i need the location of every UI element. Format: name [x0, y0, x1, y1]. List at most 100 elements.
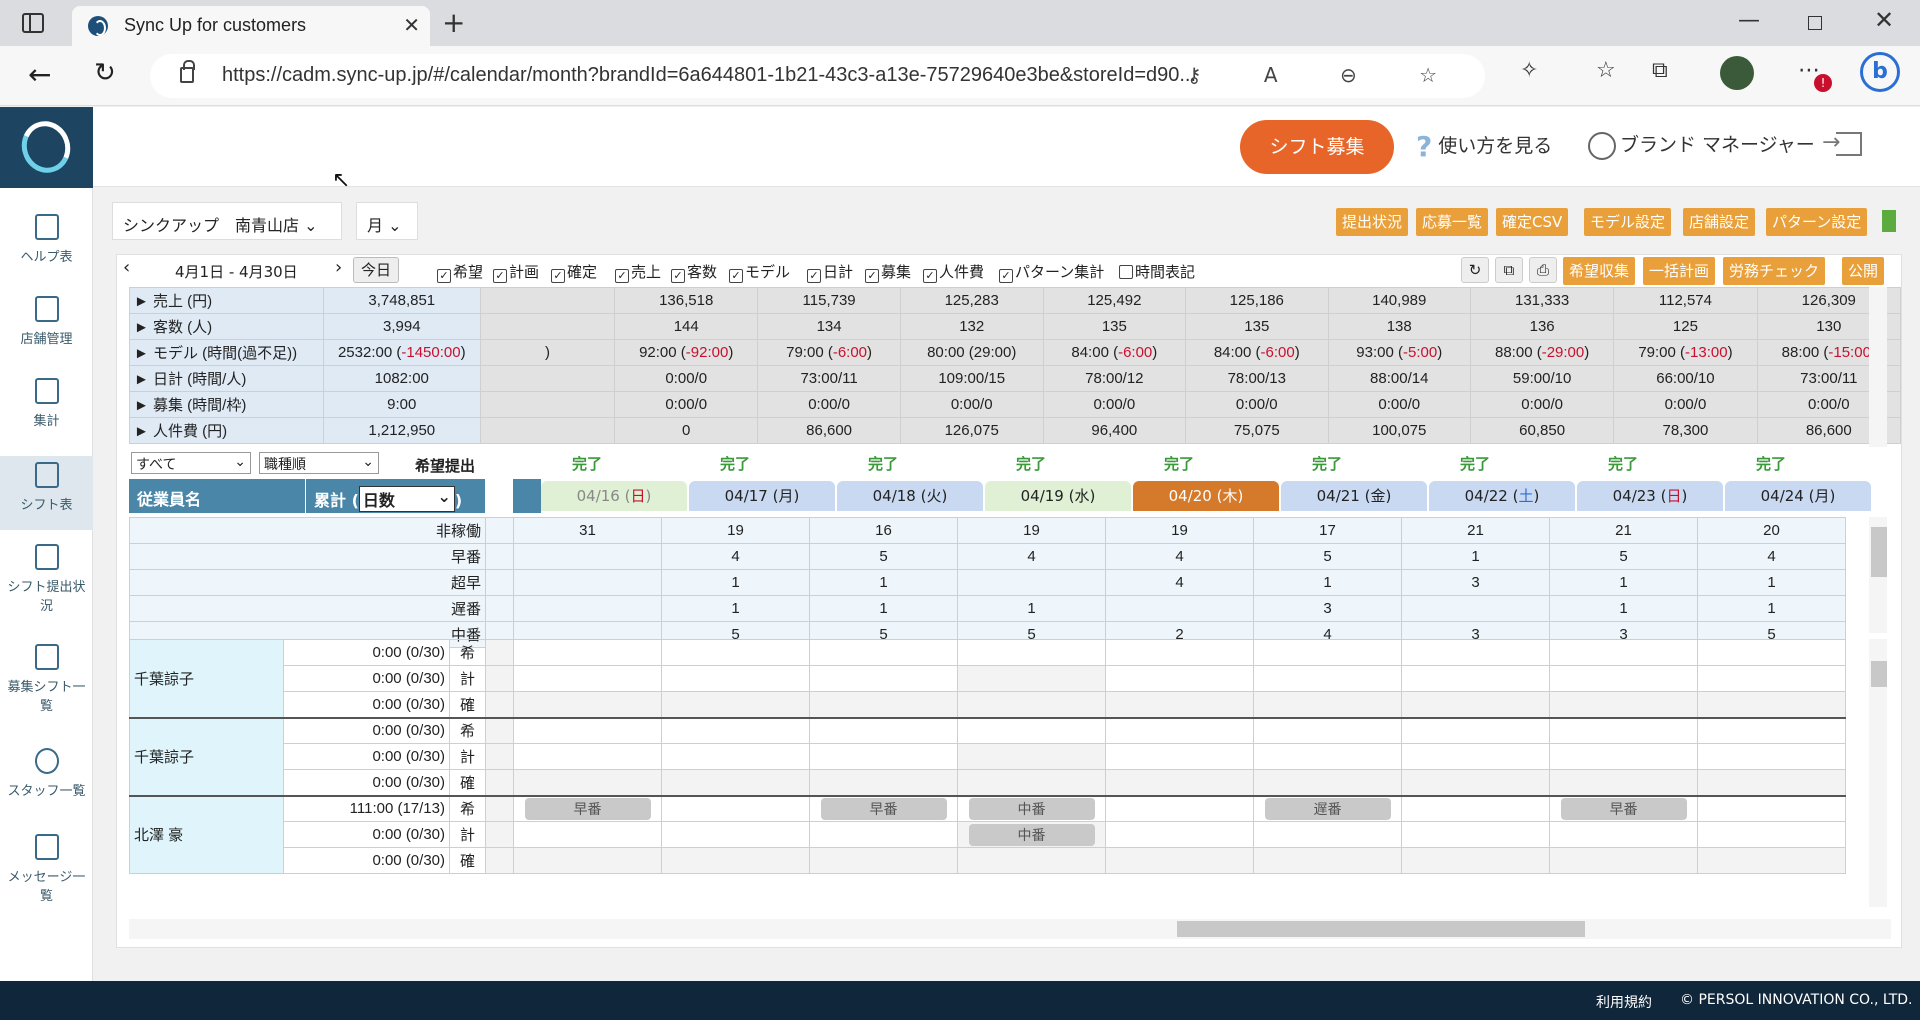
shift-cell[interactable]: [1105, 639, 1254, 666]
shift-cell[interactable]: [1549, 743, 1698, 770]
employee-name[interactable]: 北澤 豪: [129, 794, 284, 874]
shift-cell[interactable]: [1697, 821, 1846, 848]
shift-cell[interactable]: [1105, 716, 1254, 744]
shift-cell[interactable]: [1401, 769, 1550, 796]
count-cell[interactable]: [513, 543, 662, 570]
labor-check-button[interactable]: 労務チェック: [1723, 257, 1826, 285]
print-icon[interactable]: ⎙: [1529, 257, 1557, 283]
count-cell[interactable]: 21: [1401, 517, 1550, 544]
checkbox-icon[interactable]: ✓: [671, 269, 685, 283]
employee-name[interactable]: 千葉諒子: [129, 639, 284, 718]
shift-cell[interactable]: [661, 716, 810, 744]
shift-cell[interactable]: [1697, 691, 1846, 718]
scroll-thumb[interactable]: [1871, 661, 1887, 687]
shift-cell[interactable]: [1253, 639, 1402, 666]
count-cell[interactable]: 1: [661, 569, 810, 596]
shift-cell[interactable]: 早番: [1549, 794, 1698, 822]
shift-cell[interactable]: [1253, 847, 1402, 874]
horizontal-scrollbar[interactable]: [129, 919, 1891, 939]
toggle-hope[interactable]: ✓ 希望: [437, 261, 483, 283]
shift-cell[interactable]: [1549, 821, 1698, 848]
checkbox-icon[interactable]: ✓: [493, 269, 507, 283]
count-cell[interactable]: 21: [1549, 517, 1698, 544]
shift-cell[interactable]: [661, 639, 810, 666]
count-cell[interactable]: 19: [957, 517, 1106, 544]
toggle-daily[interactable]: ✓ 日計: [807, 261, 853, 283]
maximize-icon[interactable]: [1808, 16, 1822, 30]
pattern-settings-button[interactable]: パターン設定: [1766, 208, 1868, 236]
count-cell[interactable]: 19: [661, 517, 810, 544]
nav-message-list[interactable]: メッセージ一覧: [0, 834, 93, 904]
summary-label[interactable]: ► 日計 (時間/人): [129, 365, 324, 392]
shift-cell[interactable]: [661, 794, 810, 822]
refresh-icon[interactable]: ↻: [1461, 257, 1489, 283]
count-cell[interactable]: 3: [1253, 595, 1402, 622]
shift-cell[interactable]: [513, 743, 662, 770]
count-cell[interactable]: [513, 595, 662, 622]
sort-select[interactable]: 職種順 ⌄: [259, 452, 379, 474]
count-cell[interactable]: 4: [1105, 569, 1254, 596]
count-cell[interactable]: 1: [1697, 569, 1846, 596]
shift-cell[interactable]: [661, 769, 810, 796]
shift-cell[interactable]: [1105, 743, 1254, 770]
count-cell[interactable]: 19: [1105, 517, 1254, 544]
date-header-cell[interactable]: 04/22 (土): [1429, 481, 1575, 511]
shift-cell[interactable]: [1697, 639, 1846, 666]
shift-cell[interactable]: [1697, 847, 1846, 874]
today-button[interactable]: 今日: [353, 257, 399, 283]
shift-cell[interactable]: [957, 691, 1106, 718]
summary-label[interactable]: ► 人件費 (円): [129, 417, 324, 444]
employee-name[interactable]: 千葉諒子: [129, 716, 284, 796]
shift-pill[interactable]: 早番: [820, 797, 947, 820]
shift-cell[interactable]: 中番: [957, 794, 1106, 822]
count-cell[interactable]: [957, 569, 1106, 596]
collections-icon[interactable]: ⧉: [1652, 58, 1668, 83]
count-cell[interactable]: 5: [1549, 543, 1698, 570]
checkbox-icon[interactable]: ✓: [923, 269, 937, 283]
store-settings-button[interactable]: 店舗設定: [1683, 208, 1756, 236]
shift-cell[interactable]: [1549, 769, 1698, 796]
shift-cell[interactable]: 中番: [957, 821, 1106, 848]
count-cell[interactable]: 1: [809, 569, 958, 596]
date-header-cell[interactable]: 04/20 (木): [1133, 481, 1279, 511]
confirmed-csv-button[interactable]: 確定CSV: [1496, 208, 1569, 236]
shift-cell[interactable]: [1697, 743, 1846, 770]
count-scrollbar[interactable]: [1869, 517, 1887, 633]
summary-label[interactable]: ► 客数 (人): [129, 313, 324, 340]
shift-cell[interactable]: [513, 769, 662, 796]
checkbox-icon[interactable]: ✓: [729, 269, 743, 283]
shift-cell[interactable]: [1401, 639, 1550, 666]
checkbox-icon[interactable]: ✓: [551, 269, 565, 283]
shift-cell[interactable]: [1105, 769, 1254, 796]
summary-scrollbar[interactable]: [1869, 287, 1887, 447]
checkbox-icon[interactable]: ✓: [865, 269, 879, 283]
scroll-thumb[interactable]: [1871, 527, 1887, 577]
shift-pill[interactable]: 中番: [968, 823, 1095, 846]
count-cell[interactable]: 1: [1697, 595, 1846, 622]
summary-label[interactable]: ► 募集 (時間/枠): [129, 391, 324, 418]
shift-cell[interactable]: [661, 847, 810, 874]
shift-cell[interactable]: 早番: [513, 794, 662, 822]
date-header-cell[interactable]: 04/18 (火): [837, 481, 983, 511]
shift-cell[interactable]: [809, 847, 958, 874]
shift-cell[interactable]: [1105, 794, 1254, 822]
count-cell[interactable]: 4: [957, 543, 1106, 570]
count-cell[interactable]: [1401, 595, 1550, 622]
shift-cell[interactable]: [809, 665, 958, 692]
summary-label[interactable]: ► 売上 (円): [129, 287, 324, 314]
toggle-sales[interactable]: ✓ 売上: [615, 261, 661, 283]
count-cell[interactable]: 1: [809, 595, 958, 622]
shift-cell[interactable]: [1401, 743, 1550, 770]
minimize-icon[interactable]: —: [1738, 8, 1760, 33]
shift-cell[interactable]: [661, 743, 810, 770]
bulk-plan-button[interactable]: 一括計画: [1643, 257, 1716, 285]
count-cell[interactable]: 4: [1105, 543, 1254, 570]
model-settings-button[interactable]: モデル設定: [1584, 208, 1672, 236]
url-actions[interactable]: ⚷ A ⊖ ☆: [1187, 63, 1465, 87]
count-cell[interactable]: 1: [1401, 543, 1550, 570]
summary-label[interactable]: ► モデル (時間(過不足)): [129, 339, 324, 366]
shift-pill[interactable]: 早番: [1560, 797, 1687, 820]
shift-cell[interactable]: [513, 821, 662, 848]
count-cell[interactable]: 1: [1549, 595, 1698, 622]
copilot-icon[interactable]: b: [1860, 52, 1900, 92]
